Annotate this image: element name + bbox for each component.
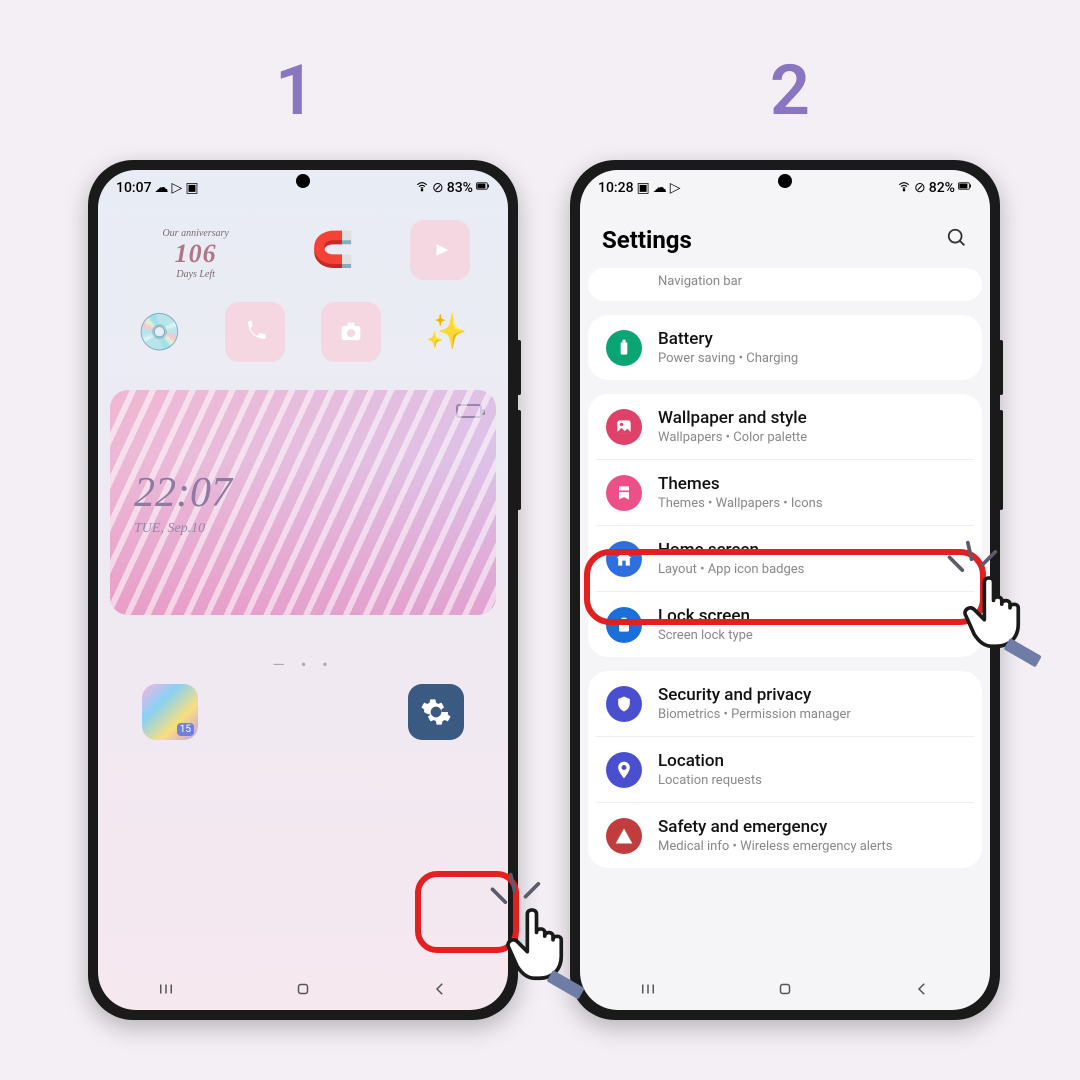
camera-cutout [296,174,310,188]
settings-row-battery[interactable]: Battery Power saving • Charging [596,315,974,380]
widget-battery-icon [456,404,482,418]
nav-bar [580,968,990,1010]
nav-home-icon[interactable] [776,980,794,998]
page-indicator[interactable]: — • • [98,655,508,674]
app-icon-phone[interactable] [225,302,285,362]
row-title: Lock screen [658,606,753,626]
widget-clock-time: 22:07 [134,469,496,517]
row-title: Themes [658,474,823,494]
clock-widget-large[interactable]: 22:07 TUE, Sep.10 [110,390,496,615]
row-title: Home screen [658,540,804,560]
step-one-label: 1 [275,50,315,132]
settings-row-navigation-bar[interactable]: Navigation bar [596,268,974,301]
widget-caption: Days Left [136,269,256,280]
settings-row-safety-and-emergency[interactable]: Safety and emergency Medical info • Wirel… [596,803,974,868]
homescreen-row-2: 💿 ✨ [98,294,508,370]
row-title: Safety and emergency [658,817,893,837]
widget-title: Our anniversary [136,228,256,239]
app-icon-settings[interactable] [408,684,464,740]
row-subtitle: Location requests [658,773,762,788]
cloud-icon: ☁ [653,180,667,196]
home-icon [606,541,642,577]
wifi-icon [897,179,911,197]
row-subtitle: Wallpapers • Color palette [658,430,807,445]
search-icon[interactable] [946,227,968,253]
settings-row-location[interactable]: Location Location requests [596,737,974,803]
nav-back-icon[interactable] [431,980,449,998]
nav-recents-icon[interactable] [157,980,175,998]
row-subtitle: Layout • App icon badges [658,562,804,577]
alert-icon [606,818,642,854]
battery-icon [606,330,642,366]
nav-back-icon[interactable] [913,980,931,998]
camera-cutout [778,174,792,188]
app-icon-video[interactable] [410,220,470,280]
nav-home-icon[interactable] [294,980,312,998]
row-subtitle: Screen lock type [658,628,753,643]
app-icon-camera[interactable] [321,302,381,362]
play-icon: ▷ [172,180,183,196]
pin-icon [606,752,642,788]
status-time: 10:07 [116,180,152,196]
status-time: 10:28 [598,180,634,196]
battery-text: 83% [447,180,473,196]
row-subtitle: Medical info • Wireless emergency alerts [658,839,893,854]
dock: 15 [98,684,508,740]
nav-bar [98,968,508,1010]
image-icon: ▣ [637,180,650,196]
row-title: Security and privacy [658,685,851,705]
settings-row-lock-screen[interactable]: Lock screen Screen lock type [596,592,974,657]
row-subtitle: Themes • Wallpapers • Icons [658,496,823,511]
row-subtitle: Biometrics • Permission manager [658,707,851,722]
lock-icon [606,607,642,643]
play-icon: ▷ [670,180,681,196]
row-subtitle: Power saving • Charging [658,351,798,366]
settings-row-security-and-privacy[interactable]: Security and privacy Biometrics • Permiss… [596,671,974,737]
row-title: Location [658,751,762,771]
battery-text: 82% [929,180,955,196]
app-icon-star[interactable]: ✨ [416,302,476,362]
no-data-icon: ⊘ [914,180,926,196]
settings-row-themes[interactable]: Themes Themes • Wallpapers • Icons [596,460,974,526]
settings-row-home-screen[interactable]: Home screen Layout • App icon badges [596,526,974,592]
battery-icon [476,179,490,197]
no-data-icon: ⊘ [432,180,444,196]
step-two-label: 2 [770,50,810,132]
settings-title: Settings [602,226,692,254]
row-title: Battery [658,329,798,349]
phone-frame-home: 10:07 ☁ ▷ ▣ ⊘ 83% Our anniversary 106 D [88,160,518,1020]
battery-icon [958,179,972,197]
app-icon-widgets[interactable]: 15 [142,684,198,740]
themes-icon [606,475,642,511]
settings-row-wallpaper-and-style[interactable]: Wallpaper and style Wallpapers • Color pa… [596,394,974,460]
nav-recents-icon[interactable] [639,980,657,998]
widget-number: 106 [136,239,256,269]
app-icon-u[interactable]: 🧲 [303,220,363,280]
cloud-icon: ☁ [155,180,169,196]
app-icon-heart[interactable]: 💿 [130,302,190,362]
shield-icon [606,686,642,722]
homescreen-row-1: Our anniversary 106 Days Left 🧲 [98,212,508,288]
widget-clock-date: TUE, Sep.10 [134,521,496,537]
wifi-icon [415,179,429,197]
wallpaper-icon [606,409,642,445]
countdown-widget[interactable]: Our anniversary 106 Days Left [136,228,256,280]
image-icon: ▣ [185,180,198,196]
phone-frame-settings: 10:28 ▣ ☁ ▷ ⊘ 82% Settings Navi [570,160,1000,1020]
row-title: Wallpaper and style [658,408,807,428]
